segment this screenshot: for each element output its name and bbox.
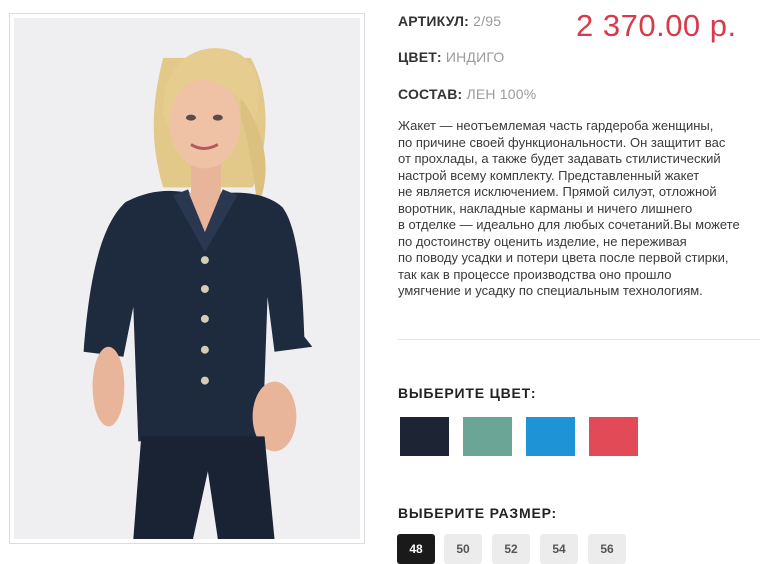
description-line: по достоинству оценить изделие, не переж… [398, 233, 687, 249]
color-swatch-blue[interactable] [526, 417, 575, 456]
choose-size-title: ВЫБЕРИТЕ РАЗМЕР: [398, 505, 557, 521]
description-line: по причине своей функциональности. Он за… [398, 134, 726, 150]
color-value: ИНДИГО [445, 49, 505, 65]
color-swatch-sea-green[interactable] [463, 417, 512, 456]
composition-value: ЛЕН 100% [466, 86, 537, 102]
size-option-48[interactable]: 48 [397, 534, 435, 564]
description-line: по поводу усадки и потери цвета после пе… [398, 250, 729, 265]
description-line: Жакет — неотъемлемая часть гардероба жен… [398, 118, 714, 133]
composition-label: СОСТАВ: [398, 86, 463, 102]
product-photo-frame[interactable] [9, 13, 365, 544]
color-swatch-indigo[interactable] [400, 417, 449, 456]
product-price: 2 370.00 р. [576, 8, 737, 43]
product-description: Жакет — неотъемлемая часть гардероба жен… [398, 118, 760, 300]
size-option-54[interactable]: 54 [540, 534, 578, 564]
description-line: не является исключением. Прямой силуэт, … [398, 184, 717, 199]
description-line: настрой всему комплекту. Представленный … [398, 167, 700, 183]
description-line: в отделке — идеально для любых сочетаний… [398, 217, 740, 232]
description-line: так как в процессе производства оно прош… [398, 266, 672, 282]
product-photo[interactable] [14, 18, 360, 539]
composition-row: СОСТАВ: ЛЕН 100% [398, 86, 536, 102]
color-label: ЦВЕТ: [398, 49, 442, 65]
color-row: ЦВЕТ: ИНДИГО [398, 49, 504, 65]
model-illustration [83, 48, 313, 539]
size-option-50[interactable]: 50 [444, 534, 482, 564]
color-swatch-coral[interactable] [589, 417, 638, 456]
size-option-56[interactable]: 56 [588, 534, 626, 564]
description-line: воротник, накладные карманы и ничего лиш… [398, 200, 693, 216]
choose-color-title: ВЫБЕРИТЕ ЦВЕТ: [398, 385, 537, 401]
section-divider [398, 339, 760, 340]
size-option-52[interactable]: 52 [492, 534, 530, 564]
description-line: от прохлады, а также будет задавать стил… [398, 151, 721, 166]
sku-label: АРТИКУЛ: [398, 13, 470, 29]
description-line: умягчение и усадку по специальным технол… [398, 283, 703, 298]
sku-value: 2/95 [473, 13, 502, 29]
sku-row: АРТИКУЛ: 2/95 [398, 13, 501, 29]
